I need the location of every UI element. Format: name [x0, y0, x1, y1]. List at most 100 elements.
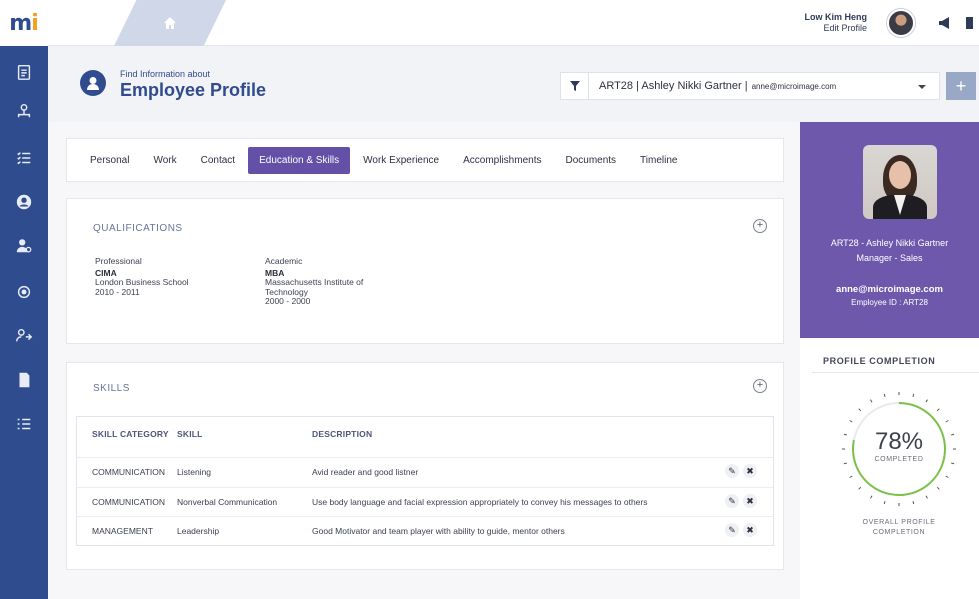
overall-completion-label: OVERALL PROFILE COMPLETION	[838, 518, 960, 538]
gauge-tick	[849, 420, 853, 423]
tab-education-skills[interactable]: Education & Skills	[248, 146, 351, 174]
tab-work-experience[interactable]: Work Experience	[352, 147, 450, 174]
table-row: COMMUNICATION Nonverbal Communication Us…	[77, 487, 773, 515]
edit-icon[interactable]: ✎	[725, 523, 739, 537]
qualifications-title: QUALIFICATIONS	[93, 223, 183, 234]
add-employee-button[interactable]: +	[946, 72, 976, 100]
employee-summary-card: ART28 - Ashley Nikki Gartner Manager - S…	[800, 122, 979, 338]
cell-description: Use body language and facial expression …	[312, 497, 648, 507]
clipboard-icon[interactable]	[14, 62, 34, 82]
divider	[812, 372, 979, 373]
qualification-kind: Academic	[265, 256, 303, 266]
employee-photo	[863, 145, 937, 219]
col-skill-category: SKILL CATEGORY	[92, 429, 169, 439]
gauge-tick	[936, 408, 940, 412]
page-subtitle: Find Information about	[120, 69, 211, 79]
employee-email[interactable]: anne@microimage.com	[800, 284, 979, 295]
left-sidebar: mi	[0, 0, 48, 599]
list-check-icon[interactable]	[14, 148, 34, 168]
employee-select[interactable]: ART28 | Ashley Nikki Gartner | anne@micro…	[560, 72, 940, 100]
delete-icon[interactable]: ✖	[743, 494, 757, 508]
avatar[interactable]	[887, 9, 915, 37]
completion-percent: 78%	[874, 428, 924, 455]
employee-select-value: ART28 | Ashley Nikki Gartner | anne@micro…	[589, 80, 836, 92]
target-icon[interactable]	[14, 282, 34, 302]
profile-header-icon	[80, 70, 106, 96]
employee-select-email: anne@microimage.com	[751, 82, 837, 91]
gauge-tick	[936, 486, 940, 490]
qualification-professional: Professional CIMA London Business School…	[95, 256, 245, 297]
logo-letter-m: m	[9, 10, 32, 36]
org-chart-icon[interactable]	[14, 101, 34, 121]
cell-skill: Nonverbal Communication	[177, 497, 278, 507]
employee-select-text: ART28 | Ashley Nikki Gartner |	[599, 80, 748, 92]
home-tab[interactable]	[114, 0, 226, 46]
cell-description: Avid reader and good listner	[312, 467, 419, 477]
qualification-academic: Academic MBA Massachusetts Institute of …	[265, 256, 395, 307]
delete-icon[interactable]: ✖	[743, 523, 757, 537]
profile-tabs: Personal Work Contact Education & Skills…	[66, 138, 784, 182]
home-icon	[164, 17, 176, 29]
tab-personal[interactable]: Personal	[79, 147, 140, 174]
gauge-tick	[951, 462, 955, 465]
overall-line-2: COMPLETION	[872, 529, 926, 536]
tab-documents[interactable]: Documents	[554, 147, 627, 174]
gauge-tick	[843, 462, 847, 465]
add-qualification-button[interactable]: +	[753, 219, 767, 233]
logo-letter-i: i	[31, 10, 39, 36]
overall-line-1: OVERALL PROFILE	[862, 519, 936, 526]
tab-contact[interactable]: Contact	[190, 147, 246, 174]
completion-label: COMPLETED	[874, 456, 924, 463]
qualification-kind: Professional	[95, 256, 142, 266]
user-switch-icon[interactable]	[14, 326, 34, 346]
tab-work[interactable]: Work	[142, 147, 187, 174]
list-icon[interactable]	[14, 414, 34, 434]
cell-description: Good Motivator and team player with abil…	[312, 526, 565, 536]
add-skill-button[interactable]: +	[753, 379, 767, 393]
col-skill: SKILL	[177, 429, 203, 439]
gauge-tick	[870, 495, 873, 499]
tab-timeline[interactable]: Timeline	[629, 147, 688, 174]
cell-category: COMMUNICATION	[92, 497, 166, 507]
gauge-tick	[912, 393, 915, 397]
gauge-tick	[849, 475, 853, 478]
employee-id: Employee ID : ART28	[851, 298, 928, 307]
user-gear-icon[interactable]	[14, 236, 34, 256]
page-title: Employee Profile	[120, 80, 267, 100]
skills-table: SKILL CATEGORY SKILL DESCRIPTION COMMUNI…	[76, 416, 774, 546]
cell-category: COMMUNICATION	[92, 467, 166, 477]
top-bar: Low Kim Heng Edit Profile	[48, 0, 979, 46]
table-row: MANAGEMENT Leadership Good Motivator and…	[77, 516, 773, 544]
qualification-years: 2000 - 2000	[265, 296, 311, 306]
logout-icon[interactable]	[963, 15, 979, 31]
gauge-tick	[945, 420, 949, 423]
user-circle-icon[interactable]	[14, 192, 34, 212]
gauge-tick	[858, 486, 862, 490]
cell-category: MANAGEMENT	[92, 526, 153, 536]
gauge-tick	[945, 475, 949, 478]
gauge-tick	[925, 495, 928, 499]
qualification-institution: Massachusetts Institute of Technology	[265, 277, 364, 297]
tab-accomplishments[interactable]: Accomplishments	[452, 147, 552, 174]
employee-role: Manager - Sales	[856, 253, 923, 263]
gauge-tick	[925, 399, 928, 403]
user-block[interactable]: Low Kim Heng Edit Profile	[805, 12, 868, 34]
gauge-tick	[912, 501, 915, 505]
user-name: Low Kim Heng	[804, 12, 868, 22]
edit-icon[interactable]: ✎	[725, 494, 739, 508]
delete-icon[interactable]: ✖	[743, 464, 757, 478]
edit-icon[interactable]: ✎	[725, 464, 739, 478]
gauge-tick	[883, 393, 886, 397]
chevron-down-icon[interactable]	[917, 82, 927, 92]
table-row: COMMUNICATION Listening Avid reader and …	[77, 457, 773, 485]
qualification-years: 2010 - 2011	[95, 286, 140, 297]
edit-profile-link[interactable]: Edit Profile	[805, 23, 867, 34]
app-logo[interactable]: mi	[0, 0, 48, 46]
document-icon[interactable]	[14, 370, 34, 390]
cell-skill: Listening	[177, 467, 212, 477]
gauge-tick	[858, 408, 862, 412]
megaphone-icon[interactable]	[937, 15, 953, 31]
gauge-tick	[870, 399, 873, 403]
filter-icon[interactable]	[561, 73, 589, 99]
employee-id-name: ART28 - Ashley Nikki Gartner	[830, 238, 949, 248]
